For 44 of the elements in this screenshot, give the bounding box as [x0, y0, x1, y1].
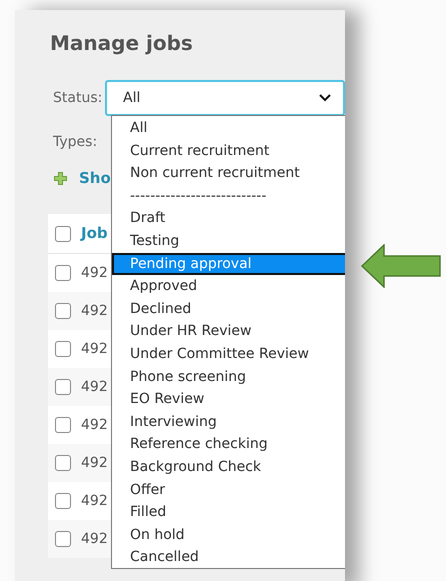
dropdown-option[interactable]: Declined	[112, 298, 345, 320]
field-label: Status:	[52, 88, 104, 108]
dropdown-option[interactable]: ---------------------------	[112, 184, 345, 208]
field-label: Types:	[52, 132, 98, 152]
dropdown-option[interactable]: On hold	[112, 524, 345, 546]
table-cell-text: 492	[81, 492, 108, 510]
dropdown-option[interactable]: Current recruitment	[112, 140, 345, 162]
dropdown-option[interactable]: Filled	[112, 501, 345, 524]
dropdown-option[interactable]: Testing	[112, 230, 345, 253]
dropdown-option[interactable]: Under Committee Review	[112, 342, 345, 366]
checkbox[interactable]	[55, 341, 71, 357]
dropdown-option[interactable]: Under HR Review	[112, 320, 345, 343]
status-select[interactable]: All	[105, 80, 345, 116]
column-header[interactable]: Job	[81, 222, 108, 245]
dropdown-option[interactable]: Phone screening	[112, 366, 345, 388]
table-cell-text: 492	[81, 416, 108, 434]
table-cell-text: 492	[81, 530, 108, 548]
checkbox[interactable]	[55, 226, 71, 242]
table-cell-text: 492	[81, 302, 108, 320]
checkbox[interactable]	[55, 379, 71, 395]
dropdown-option[interactable]: Offer	[112, 478, 345, 502]
dropdown-option[interactable]: EO Review	[112, 388, 345, 411]
checkbox[interactable]	[55, 493, 71, 509]
dropdown-option[interactable]: Draft	[112, 207, 345, 230]
dropdown-option[interactable]: All	[112, 117, 345, 140]
dropdown-option[interactable]: Reference checking	[112, 433, 345, 456]
checkbox[interactable]	[55, 265, 71, 281]
table-cell-text: 492	[81, 340, 108, 358]
checkbox[interactable]	[55, 455, 71, 471]
checkbox[interactable]	[55, 417, 71, 433]
checkbox[interactable]	[55, 303, 71, 319]
chevron-icon	[319, 94, 331, 102]
dropdown-option[interactable]: Cancelled	[112, 546, 345, 569]
checkbox[interactable]	[55, 531, 71, 547]
select-value: All	[123, 88, 140, 108]
plus-icon	[54, 172, 67, 184]
table-cell-text: 492	[81, 378, 108, 396]
table-cell-text: 492	[81, 264, 108, 282]
table-cell-text: 492	[81, 454, 108, 472]
dropdown-option[interactable]: Background Check	[112, 456, 345, 478]
dropdown-option[interactable]: Approved	[112, 275, 345, 298]
dropdown-option[interactable]: Non current recruitment	[112, 162, 345, 185]
dropdown-option[interactable]: Interviewing	[112, 410, 345, 434]
page-title: Manage jobs	[50, 30, 194, 56]
